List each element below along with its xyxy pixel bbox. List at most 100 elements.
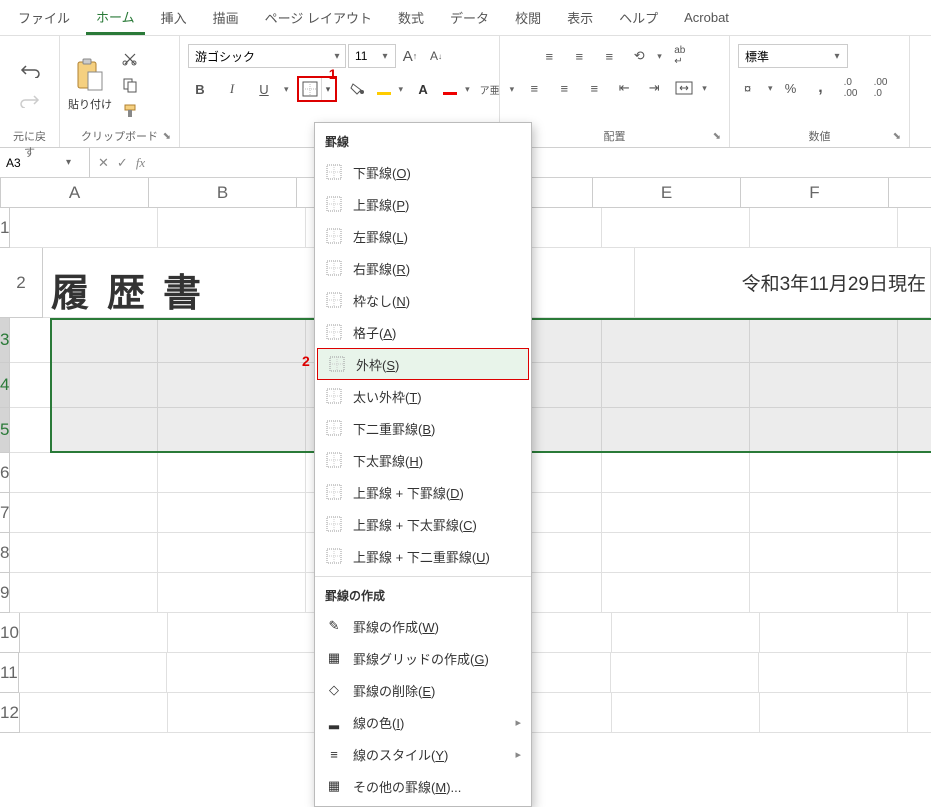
formula-input[interactable] [153,148,931,177]
tab-help[interactable]: ヘルプ [609,2,668,33]
clipboard-launcher[interactable]: ⬊ [163,129,171,145]
cell-a2[interactable]: 履歴書 [43,248,339,317]
row-header[interactable]: 7 [0,493,10,533]
menu-item-draw[interactable]: ≡線のスタイル(Y)▸ [315,738,531,770]
number-format-combo[interactable]: ▾ [738,44,848,68]
menu-item-border[interactable]: 上罫線 + 下罫線(D) [315,476,531,508]
cut-button[interactable] [118,47,142,71]
align-top-button[interactable]: ≡ [537,44,561,68]
number-launcher[interactable]: ⬊ [893,129,901,145]
font-size-combo[interactable]: ▾ [348,44,396,68]
percent-button[interactable]: % [779,76,803,100]
border-type-icon [325,419,343,437]
decrease-decimal-button[interactable]: .00.0 [869,76,893,100]
row-header[interactable]: 11 [0,653,19,693]
format-painter-button[interactable] [118,99,142,123]
align-center-button[interactable]: ≡ [552,76,576,100]
name-box-input[interactable] [6,156,66,170]
increase-indent-button[interactable]: ⇥ [642,76,666,100]
menu-item-border[interactable]: 上罫線 + 下二重罫線(U) [315,540,531,572]
row-header[interactable]: 10 [0,613,20,653]
menu-item-border[interactable]: 枠なし(N) [315,284,531,316]
fx-icon[interactable]: fx [136,155,145,171]
menu-item-draw[interactable]: ◇罫線の削除(E) [315,674,531,706]
bucket-icon [349,82,365,96]
menu-item-draw[interactable]: ✎罫線の作成(W) [315,610,531,642]
row-header[interactable]: 3 [0,318,10,363]
tab-draw[interactable]: 描画 [203,2,249,33]
underline-button[interactable]: U [252,77,276,101]
menu-item-border[interactable]: 上罫線 + 下太罫線(C) [315,508,531,540]
menu-item-border[interactable]: 下罫線(O) [315,156,531,188]
align-right-button[interactable]: ≡ [582,76,606,100]
enter-icon[interactable]: ✓ [117,155,128,171]
tab-home[interactable]: ホーム [86,1,145,35]
orientation-button[interactable]: ⟲ [627,44,651,68]
menu-item-border[interactable]: 格子(A) [315,316,531,348]
menu-item-border[interactable]: 下二重罫線(B) [315,412,531,444]
col-header[interactable]: E [593,178,741,208]
row-header[interactable]: 6 [0,453,10,493]
callout-1: 1 [329,66,337,82]
align-left-button[interactable]: ≡ [522,76,546,100]
row-header[interactable]: 2 [0,248,43,318]
row-header[interactable]: 1 [0,208,10,248]
accounting-button[interactable]: ¤ [738,76,762,100]
row-header[interactable]: 4 [0,363,10,408]
row-header[interactable]: 5 [0,408,10,453]
merge-button[interactable] [672,76,696,100]
tab-review[interactable]: 校閲 [505,2,551,33]
menu-item-draw[interactable]: ▂線の色(I)▸ [315,706,531,738]
font-name-combo[interactable]: ▾ [188,44,346,68]
tab-formulas[interactable]: 数式 [388,2,434,33]
menu-item-border[interactable]: 2外枠(S) [317,348,529,380]
tab-acrobat[interactable]: Acrobat [674,4,739,31]
decrease-font-button[interactable]: A↓ [424,44,448,68]
increase-font-button[interactable]: A↑ [398,44,422,68]
font-name-input[interactable] [189,49,329,63]
undo-button[interactable] [18,58,42,82]
alignment-launcher[interactable]: ⬊ [713,129,721,145]
row-header[interactable]: 9 [0,573,10,613]
redo-button[interactable] [18,88,42,112]
cancel-icon[interactable]: ✕ [98,155,109,171]
menu-item-border[interactable]: 右罫線(R) [315,252,531,284]
number-format-input[interactable] [739,49,829,63]
col-header[interactable]: G [889,178,931,208]
tab-file[interactable]: ファイル [8,2,80,33]
cell-e2[interactable]: 令和3年11月29日現在 [635,248,930,317]
col-header[interactable]: F [741,178,889,208]
col-header[interactable]: A [1,178,149,208]
menu-item-border[interactable]: 下太罫線(H) [315,444,531,476]
comma-button[interactable]: , [809,76,833,100]
font-size-input[interactable] [349,49,377,63]
tab-page-layout[interactable]: ページ レイアウト [255,2,382,33]
name-box[interactable]: ▾ [0,148,90,177]
align-middle-button[interactable]: ≡ [567,44,591,68]
menu-item-border[interactable]: 上罫線(P) [315,188,531,220]
border-type-icon [325,259,343,277]
row-header[interactable]: 8 [0,533,10,573]
increase-decimal-button[interactable]: .0.00 [839,76,863,100]
border-type-icon [325,163,343,181]
ruby-button[interactable]: ア亜 [478,77,502,101]
fill-color-button[interactable] [345,77,369,101]
menu-item-draw[interactable]: ▦罫線グリッドの作成(G) [315,642,531,674]
menu-item-border[interactable]: 左罫線(L) [315,220,531,252]
decrease-indent-button[interactable]: ⇤ [612,76,636,100]
menu-item-border[interactable]: 太い外枠(T) [315,380,531,412]
bold-button[interactable]: B [188,77,212,101]
row-header[interactable]: 12 [0,693,20,733]
tab-insert[interactable]: 挿入 [151,2,197,33]
align-bottom-button[interactable]: ≡ [597,44,621,68]
tab-data[interactable]: データ [440,2,499,33]
font-color-button[interactable]: A [411,77,435,101]
tab-view[interactable]: 表示 [557,2,603,33]
paste-button[interactable]: 貼り付け [68,58,112,112]
copy-button[interactable] [118,73,142,97]
wrap-text-button[interactable]: ab↵ [668,44,692,68]
menu-item-draw[interactable]: ▦その他の罫線(M)... [315,770,531,802]
col-header[interactable]: B [149,178,297,208]
borders-split-button[interactable]: 1 ▾ [297,76,337,102]
italic-button[interactable]: I [220,77,244,101]
